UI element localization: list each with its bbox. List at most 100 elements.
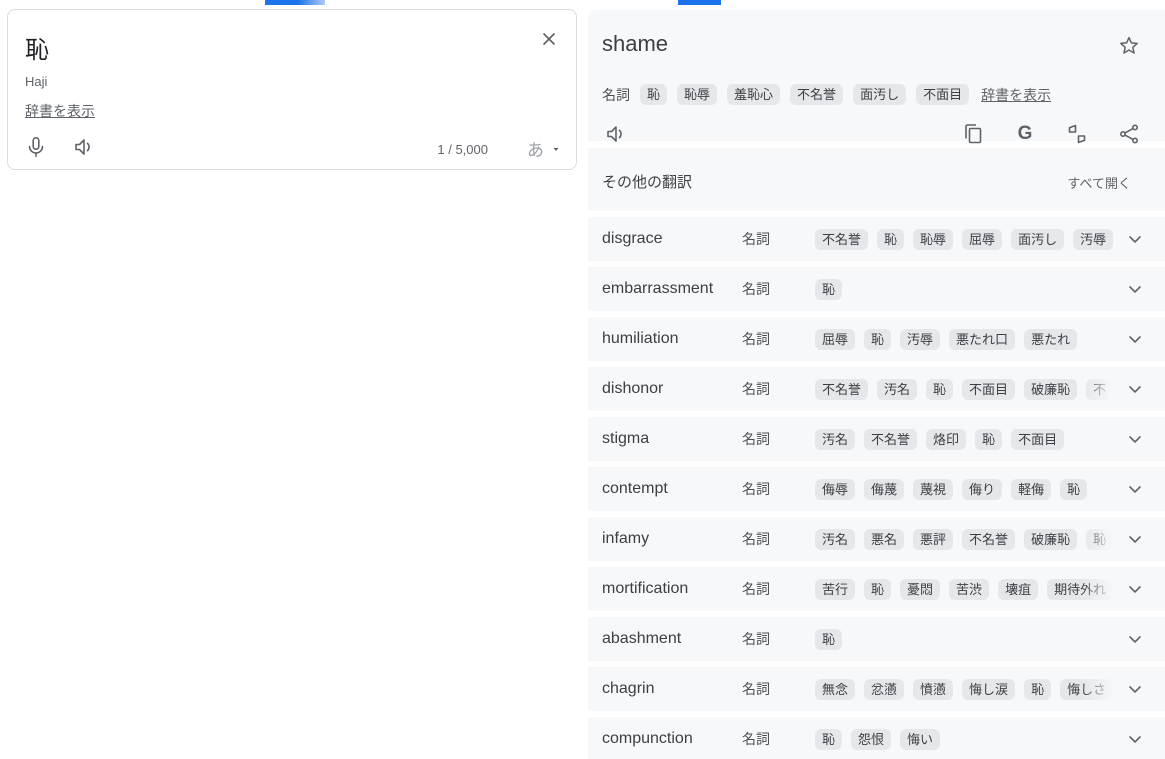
back-translation-chip[interactable]: 苦行 xyxy=(815,579,855,600)
translation-word: embarrassment xyxy=(602,280,742,298)
back-translation-chip[interactable]: 恥 xyxy=(1024,679,1051,700)
back-translation-chip[interactable]: 面汚し xyxy=(1011,229,1064,250)
back-translation-chip[interactable]: 屈辱 xyxy=(815,329,855,350)
result-speaker-button[interactable] xyxy=(602,120,630,148)
back-translation-chip[interactable]: 侮り xyxy=(962,479,1002,500)
copy-button[interactable] xyxy=(959,120,987,148)
back-translation-chip[interactable]: 悪たれ xyxy=(1024,329,1077,350)
translation-row[interactable]: mortification 名詞 苦行 恥 憂悶 苦渋 壊疽 期待外れ xyxy=(588,567,1165,611)
synonym-chip[interactable]: 羞恥心 xyxy=(727,84,780,105)
back-translation-chip[interactable]: 屈辱 xyxy=(962,229,1002,250)
back-translation-chip[interactable]: 汚辱 xyxy=(900,329,940,350)
close-button[interactable] xyxy=(536,26,562,52)
translation-row[interactable]: contempt 名詞 侮辱 侮蔑 蔑視 侮り 軽侮 恥 xyxy=(588,467,1165,511)
back-translation-chip[interactable]: 汚名 xyxy=(815,429,855,450)
back-translation-chip[interactable]: 悔し涙 xyxy=(962,679,1015,700)
expand-all-button[interactable]: すべて開く xyxy=(1067,173,1131,192)
source-dictionary-link[interactable]: 辞書を表示 xyxy=(25,101,95,121)
chevron-down-icon xyxy=(1125,379,1145,399)
back-translation-chip[interactable]: 不面目 xyxy=(962,379,1015,400)
microphone-button[interactable] xyxy=(22,133,50,161)
expand-row-button[interactable] xyxy=(1125,729,1145,749)
back-translation-chip[interactable]: 恥 xyxy=(815,279,842,300)
synonym-chip[interactable]: 恥 xyxy=(640,84,667,105)
back-translation-chip[interactable]: 不名誉 xyxy=(815,379,868,400)
expand-row-button[interactable] xyxy=(1125,379,1145,399)
expand-row-button[interactable] xyxy=(1125,529,1145,549)
source-speaker-button[interactable] xyxy=(70,133,98,161)
expand-row-button[interactable] xyxy=(1125,579,1145,599)
back-translation-chip[interactable]: 忿懣 xyxy=(864,679,904,700)
back-translation-chip[interactable]: 不名誉 xyxy=(864,429,917,450)
back-translation-chip[interactable]: 不名誉 xyxy=(962,529,1015,550)
back-translation-chip[interactable]: 恥 xyxy=(877,229,904,250)
back-translation-chip[interactable]: 恥 xyxy=(864,579,891,600)
back-translation-chip[interactable]: 汚辱 xyxy=(1073,229,1113,250)
back-translation-chip[interactable]: 悪評 xyxy=(913,529,953,550)
back-translation-chip[interactable]: 悔い xyxy=(900,729,940,750)
back-translation-chip[interactable]: 蔑視 xyxy=(913,479,953,500)
back-translation-chip[interactable]: 期待外れ xyxy=(1047,579,1113,600)
share-button[interactable] xyxy=(1115,120,1143,148)
save-translation-button[interactable] xyxy=(1115,32,1143,60)
back-translation-chip[interactable]: 汚名 xyxy=(877,379,917,400)
back-translation-chip[interactable]: 破廉恥 xyxy=(1024,379,1077,400)
back-translation-chip[interactable]: 恥辱 xyxy=(913,229,953,250)
back-translation-chip[interactable]: 苦渋 xyxy=(949,579,989,600)
back-translation-chips: 屈辱 恥 汚辱 悪たれ口 悪たれ xyxy=(815,329,1120,350)
back-translation-chip[interactable]: 悪名 xyxy=(864,529,904,550)
back-translation-chip[interactable]: 恥 xyxy=(815,729,842,750)
translation-row[interactable]: infamy 名詞 汚名 悪名 悪評 不名誉 破廉恥 恥 xyxy=(588,517,1165,561)
translation-row[interactable]: abashment 名詞 恥 xyxy=(588,617,1165,661)
source-text[interactable]: 恥 xyxy=(25,30,49,65)
translation-text[interactable]: shame xyxy=(602,31,668,57)
translation-row[interactable]: embarrassment 名詞 恥 xyxy=(588,267,1165,311)
back-translation-chip[interactable]: 侮蔑 xyxy=(864,479,904,500)
google-search-button[interactable]: G xyxy=(1011,120,1039,148)
translation-row[interactable]: humiliation 名詞 屈辱 恥 汚辱 悪たれ口 悪たれ xyxy=(588,317,1165,361)
back-translation-chip[interactable]: 侮辱 xyxy=(815,479,855,500)
translation-row[interactable]: chagrin 名詞 無念 忿懣 憤懣 悔し涙 恥 悔しさ xyxy=(588,667,1165,711)
back-translation-chip[interactable]: 烙印 xyxy=(926,429,966,450)
expand-row-button[interactable] xyxy=(1125,479,1145,499)
chevron-down-icon xyxy=(1125,229,1145,249)
back-translation-chip[interactable]: 汚名 xyxy=(815,529,855,550)
expand-row-button[interactable] xyxy=(1125,429,1145,449)
back-translation-chip[interactable]: 恥 xyxy=(1060,479,1087,500)
back-translation-chip[interactable]: 不名誉 xyxy=(815,229,868,250)
expand-row-button[interactable] xyxy=(1125,279,1145,299)
back-translation-chip[interactable]: 不面目 xyxy=(1011,429,1064,450)
star-icon xyxy=(1117,34,1141,58)
synonym-chip[interactable]: 面汚し xyxy=(853,84,906,105)
back-translation-chip[interactable]: 悪たれ口 xyxy=(949,329,1015,350)
expand-row-button[interactable] xyxy=(1125,679,1145,699)
back-translation-chip[interactable]: 無念 xyxy=(815,679,855,700)
expand-row-button[interactable] xyxy=(1125,229,1145,249)
expand-row-button[interactable] xyxy=(1125,629,1145,649)
back-translation-chip[interactable]: 悔しさ xyxy=(1060,679,1113,700)
back-translation-chip[interactable]: 不 xyxy=(1086,379,1113,400)
synonym-chip[interactable]: 不面目 xyxy=(916,84,969,105)
back-translation-chip[interactable]: 憤懣 xyxy=(913,679,953,700)
rate-translation-icon xyxy=(1065,122,1089,146)
back-translation-chip[interactable]: 恥 xyxy=(975,429,1002,450)
synonym-chip[interactable]: 恥辱 xyxy=(677,84,717,105)
input-tools-selector[interactable]: あ xyxy=(527,136,562,161)
translation-row[interactable]: dishonor 名詞 不名誉 汚名 恥 不面目 破廉恥 不 xyxy=(588,367,1165,411)
synonym-chip[interactable]: 不名誉 xyxy=(790,84,843,105)
back-translation-chip[interactable]: 憂悶 xyxy=(900,579,940,600)
back-translation-chip[interactable]: 恥 xyxy=(1086,529,1113,550)
result-dictionary-link[interactable]: 辞書を表示 xyxy=(981,85,1051,105)
translation-row[interactable]: disgrace 名詞 不名誉 恥 恥辱 屈辱 面汚し 汚辱 xyxy=(588,217,1165,261)
back-translation-chip[interactable]: 破廉恥 xyxy=(1024,529,1077,550)
expand-row-button[interactable] xyxy=(1125,329,1145,349)
back-translation-chip[interactable]: 恥 xyxy=(926,379,953,400)
back-translation-chip[interactable]: 怨恨 xyxy=(851,729,891,750)
translation-row[interactable]: stigma 名詞 汚名 不名誉 烙印 恥 不面目 xyxy=(588,417,1165,461)
back-translation-chip[interactable]: 壊疽 xyxy=(998,579,1038,600)
back-translation-chip[interactable]: 軽侮 xyxy=(1011,479,1051,500)
translation-row[interactable]: compunction 名詞 恥 怨恨 悔い xyxy=(588,717,1165,759)
back-translation-chip[interactable]: 恥 xyxy=(815,629,842,650)
back-translation-chip[interactable]: 恥 xyxy=(864,329,891,350)
rate-translation-button[interactable] xyxy=(1063,120,1091,148)
